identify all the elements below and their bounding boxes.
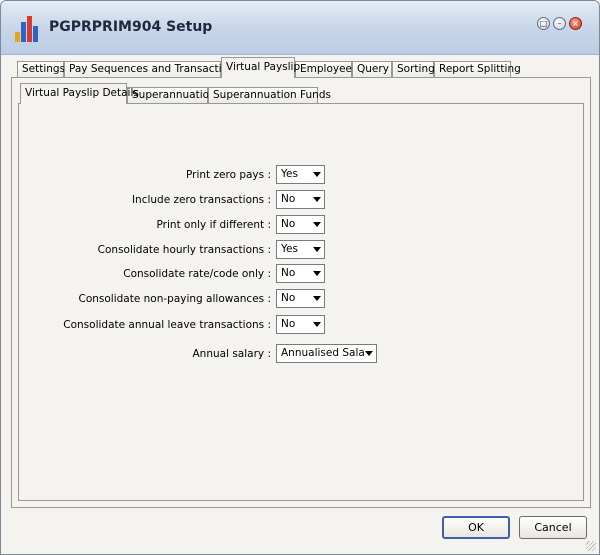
tab-settings[interactable]: Settings: [17, 61, 65, 78]
chevron-down-icon: [365, 351, 373, 356]
print-only-if-different-select[interactable]: No: [276, 215, 325, 234]
print-zero-pays-label: Print zero pays :: [186, 169, 271, 181]
chevron-down-icon: [313, 296, 321, 301]
app-chart-icon: [15, 16, 41, 42]
annual-salary-label: Annual salary :: [192, 348, 272, 360]
tab-sorting[interactable]: Sorting: [392, 61, 435, 78]
chevron-down-icon: [313, 322, 321, 327]
maximize-icon[interactable]: □: [537, 17, 550, 30]
annual-salary-select[interactable]: Annualised Salary: [276, 344, 377, 363]
consolidate-annual-leave-label: Consolidate annual leave transactions :: [63, 319, 271, 331]
print-only-if-different-value: No: [281, 218, 296, 230]
annual-salary-value: Annualised Salary: [281, 347, 365, 359]
consolidate-annual-leave-select[interactable]: No: [276, 315, 325, 334]
chevron-down-icon: [313, 247, 321, 252]
ok-button[interactable]: OK: [442, 516, 510, 539]
chevron-down-icon: [313, 222, 321, 227]
include-zero-transactions-select[interactable]: No: [276, 190, 325, 209]
print-zero-pays-value: Yes: [281, 168, 298, 180]
setup-window: PGPRPRIM904 Setup □ – × Settings Pay Seq…: [0, 0, 600, 555]
title-bar[interactable]: PGPRPRIM904 Setup □ – ×: [1, 1, 599, 55]
print-only-if-different-label: Print only if different :: [156, 219, 271, 231]
cancel-button[interactable]: Cancel: [519, 516, 587, 539]
tab-virtual-payslip[interactable]: Virtual Payslip: [221, 57, 300, 78]
tab-report-splitting[interactable]: Report Splitting: [434, 61, 521, 78]
consolidate-hourly-label: Consolidate hourly transactions :: [97, 244, 271, 256]
tab-employees[interactable]: Employees: [295, 61, 357, 78]
consolidate-allowances-value: No: [281, 292, 296, 304]
minimize-icon[interactable]: –: [553, 17, 566, 30]
window-title: PGPRPRIM904 Setup: [49, 19, 213, 35]
consolidate-annual-leave-value: No: [281, 318, 296, 330]
tab-query[interactable]: Query: [352, 61, 392, 78]
chevron-down-icon: [313, 197, 321, 202]
consolidate-rate-code-label: Consolidate rate/code only :: [123, 268, 271, 280]
consolidate-hourly-select[interactable]: Yes: [276, 240, 325, 259]
chevron-down-icon: [313, 271, 321, 276]
chevron-down-icon: [313, 172, 321, 177]
include-zero-transactions-label: Include zero transactions :: [131, 194, 271, 206]
consolidate-rate-code-select[interactable]: No: [276, 264, 325, 283]
tab-superannuation-funds[interactable]: Superannuation Funds: [208, 87, 331, 104]
consolidate-hourly-value: Yes: [281, 243, 298, 255]
consolidate-allowances-label: Consolidate non-paying allowances :: [78, 293, 271, 305]
tab-superannuation[interactable]: Superannuation: [127, 87, 216, 104]
tab-pay-sequences[interactable]: Pay Sequences and Transactions: [64, 61, 240, 78]
close-icon[interactable]: ×: [569, 17, 582, 30]
tab-virtual-payslip-details[interactable]: Virtual Payslip Details: [20, 83, 139, 104]
print-zero-pays-select[interactable]: Yes: [276, 165, 325, 184]
consolidate-rate-code-value: No: [281, 267, 296, 279]
include-zero-transactions-value: No: [281, 193, 296, 205]
resize-grip[interactable]: [586, 541, 596, 551]
consolidate-allowances-select[interactable]: No: [276, 289, 325, 308]
